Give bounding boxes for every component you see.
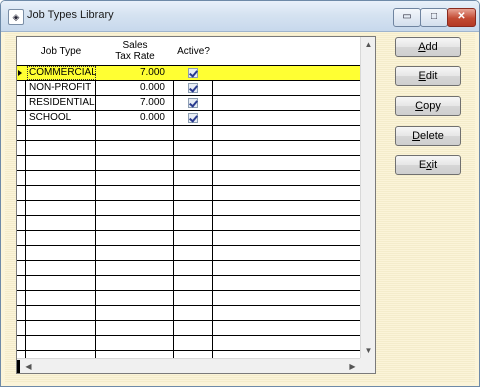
sales-tax-rate-cell[interactable]: 0.000	[96, 81, 169, 95]
empty-row[interactable]	[17, 186, 360, 201]
empty-row[interactable]	[17, 171, 360, 186]
table-row[interactable]: NON-PROFIT 0.000	[17, 81, 360, 96]
column-header-label: Sales	[122, 40, 148, 51]
job-type-cell[interactable]: SCHOOL	[27, 111, 96, 125]
active-cell	[174, 66, 212, 80]
job-types-library-window: ◈ Job Types Library ▭ □ ✕ Job Type Sales	[0, 0, 480, 387]
active-checkbox[interactable]	[188, 98, 198, 108]
active-cell	[174, 96, 212, 110]
empty-row[interactable]	[17, 246, 360, 261]
vertical-scrollbar[interactable]: ▲ ▼	[360, 37, 375, 358]
scroll-right-icon[interactable]: ▶	[345, 359, 360, 374]
active-cell	[174, 81, 212, 95]
empty-row[interactable]	[17, 156, 360, 171]
sales-tax-rate-cell[interactable]: 7.000	[96, 96, 169, 110]
column-header-label: Tax Rate	[115, 51, 155, 62]
grid-body: Job Type Sales Tax Rate Active? COMMERCI…	[17, 37, 360, 358]
button-mnemonic: D	[412, 130, 421, 142]
button-mnemonic: A	[418, 41, 426, 53]
button-label: dd	[425, 41, 438, 53]
sales-tax-rate-cell[interactable]: 7.000	[96, 66, 169, 80]
column-header-label: Job Type	[40, 45, 82, 57]
job-type-cell[interactable]: NON-PROFIT	[27, 81, 96, 95]
empty-row[interactable]	[17, 126, 360, 141]
title-bar[interactable]: ◈ Job Types Library ▭ □ ✕	[1, 1, 479, 32]
empty-row[interactable]	[17, 141, 360, 156]
delete-button[interactable]: Delete	[395, 126, 461, 146]
maximize-button[interactable]: □	[420, 8, 448, 27]
close-button[interactable]: ✕	[447, 8, 476, 27]
horizontal-scrollbar[interactable]: ◀ ▶	[17, 358, 360, 373]
column-header-job-type[interactable]: Job Type	[26, 37, 96, 65]
client-area: Job Type Sales Tax Rate Active? COMMERCI…	[5, 32, 475, 382]
current-row-pointer-icon	[18, 70, 22, 76]
button-mnemonic: C	[415, 100, 424, 112]
empty-row[interactable]	[17, 216, 360, 231]
active-checkbox[interactable]	[188, 68, 198, 78]
table-row[interactable]: SCHOOL 0.000	[17, 111, 360, 126]
scroll-down-icon[interactable]: ▼	[361, 343, 376, 358]
exit-button[interactable]: Exit	[395, 155, 461, 175]
table-row[interactable]: COMMERCIAL 7.000	[17, 66, 360, 81]
empty-row[interactable]	[17, 306, 360, 321]
empty-row[interactable]	[17, 201, 360, 216]
button-label: elete	[420, 130, 444, 142]
table-row[interactable]: RESIDENTIAL 7.000	[17, 96, 360, 111]
column-header-active[interactable]: Active?	[174, 37, 213, 65]
empty-row[interactable]	[17, 336, 360, 351]
column-header-sales-tax-rate[interactable]: Sales Tax Rate	[96, 37, 174, 65]
empty-row[interactable]	[17, 291, 360, 306]
scroll-thumb[interactable]	[17, 360, 20, 373]
scroll-up-icon[interactable]: ▲	[361, 37, 376, 52]
job-type-cell[interactable]: RESIDENTIAL	[27, 96, 96, 110]
scrollbar-corner	[360, 358, 375, 373]
app-icon: ◈	[8, 9, 24, 25]
minimize-button[interactable]: ▭	[393, 8, 421, 27]
column-header-label: Active?	[177, 45, 210, 57]
empty-row[interactable]	[17, 351, 360, 358]
copy-button[interactable]: Copy	[395, 96, 461, 116]
active-cell	[174, 111, 212, 125]
button-mnemonic: E	[418, 70, 426, 82]
job-types-grid[interactable]: Job Type Sales Tax Rate Active? COMMERCI…	[16, 36, 376, 374]
empty-row[interactable]	[17, 261, 360, 276]
job-type-cell[interactable]: COMMERCIAL	[27, 66, 96, 80]
scroll-left-icon[interactable]: ◀	[21, 359, 36, 374]
button-label: it	[431, 159, 438, 171]
edit-button[interactable]: Edit	[395, 66, 461, 86]
add-button[interactable]: Add	[395, 37, 461, 57]
button-label: opy	[423, 100, 441, 112]
sales-tax-rate-cell[interactable]: 0.000	[96, 111, 169, 125]
grid-header: Job Type Sales Tax Rate Active?	[17, 37, 360, 66]
button-label: dit	[425, 70, 438, 82]
active-checkbox[interactable]	[188, 113, 198, 123]
window-title: Job Types Library	[27, 9, 114, 21]
active-checkbox[interactable]	[188, 83, 198, 93]
empty-row[interactable]	[17, 276, 360, 291]
empty-row[interactable]	[17, 231, 360, 246]
empty-row[interactable]	[17, 321, 360, 336]
